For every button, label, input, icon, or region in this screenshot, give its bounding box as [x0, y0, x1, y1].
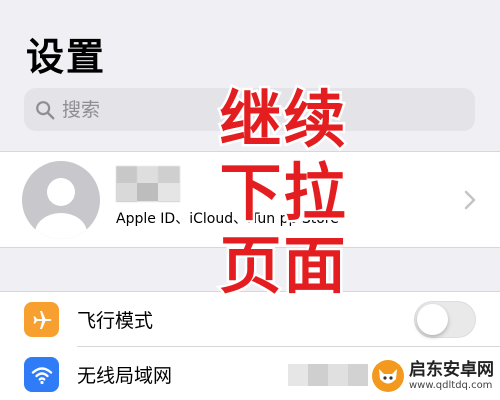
overlay-instruction-text: 继续 下拉 页面 [216, 81, 351, 305]
airplane-icon [24, 302, 59, 337]
search-icon [36, 100, 55, 119]
profile-name-redacted-lower [116, 183, 180, 201]
wifi-icon [24, 357, 59, 392]
watermark-url: www.qdltdq.com [409, 379, 493, 391]
fox-logo-icon [372, 360, 404, 392]
overlay-line: 下拉 [217, 154, 348, 232]
chevron-right-icon [464, 190, 476, 210]
settings-row-label: 无线局域网 [77, 365, 173, 387]
watermark: 启东安卓网 www.qdltdq.com [371, 358, 494, 394]
airplane-mode-toggle[interactable] [414, 301, 476, 338]
avatar [22, 161, 100, 239]
toggle-knob [417, 304, 448, 335]
person-silhouette-icon [35, 178, 87, 239]
wifi-network-redacted [288, 364, 368, 386]
watermark-title: 启东安卓网 [409, 359, 494, 380]
page-title: 设置 [26, 35, 107, 79]
overlay-line: 页面 [217, 227, 348, 305]
settings-row-label: 飞行模式 [77, 310, 154, 332]
overlay-line: 继续 [217, 81, 348, 159]
